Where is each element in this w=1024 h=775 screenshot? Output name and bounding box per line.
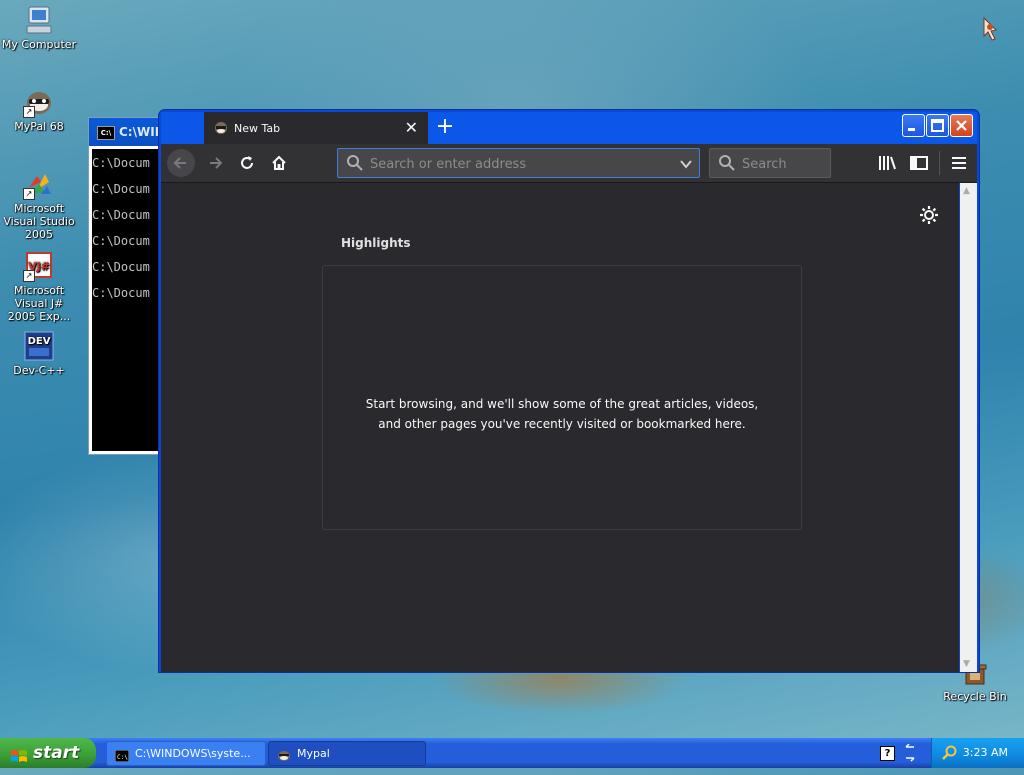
home-button[interactable]: [265, 149, 293, 177]
tab-strip: New Tab ✕ +: [161, 112, 977, 144]
hamburger-menu-icon[interactable]: [949, 153, 969, 173]
desktop-icon-label: Dev-C++: [13, 364, 65, 377]
desktop-icon-label: Microsoft Visual J# 2005 Exp...: [7, 284, 71, 323]
svg-text:C:\: C:\: [117, 754, 128, 761]
search-bar[interactable]: [709, 148, 831, 178]
start-button[interactable]: start: [0, 738, 96, 768]
network-icon[interactable]: [903, 743, 917, 762]
desktop-icon-label: MyPal 68: [14, 120, 64, 133]
my-computer-icon: [23, 4, 55, 36]
desktop-icon-mypal[interactable]: ↗ MyPal 68: [0, 86, 78, 133]
console-icon: C:\: [114, 747, 130, 763]
taskbar: start C:\ C:\WINDOWS\syste... Mypal ? 3:…: [0, 738, 1024, 768]
new-tab-plus-icon[interactable]: +: [433, 114, 457, 140]
mypal-icon: ↗: [23, 86, 55, 118]
tab-new-tab[interactable]: New Tab ✕: [204, 112, 428, 144]
svg-text:DEV: DEV: [28, 336, 51, 347]
tab-title: New Tab: [234, 122, 281, 135]
visual-j-icon: VJ# ↗: [23, 250, 55, 282]
browser-window: New Tab ✕ + Search or enter address Sear…: [158, 109, 980, 673]
taskbar-item-mypal[interactable]: Mypal: [268, 741, 426, 766]
taskbar-item-console[interactable]: C:\ C:\WINDOWS\syste...: [106, 741, 266, 766]
back-button[interactable]: [167, 149, 195, 177]
desktop-icon-label: Microsoft Visual Studio 2005: [3, 202, 75, 241]
url-bar[interactable]: [337, 148, 700, 178]
windows-flag-icon: [10, 745, 28, 762]
desktop-icon-dev-cpp[interactable]: DEV Dev-C++: [0, 330, 78, 377]
minimize-button[interactable]: [902, 114, 925, 137]
scroll-down-arrow-icon[interactable]: ▼: [963, 659, 970, 669]
console-icon: C:\: [97, 126, 115, 140]
close-button[interactable]: [950, 114, 973, 137]
url-input[interactable]: [368, 153, 662, 175]
desktop-icon-label: My Computer: [1, 38, 77, 51]
desktop-icon-visual-j[interactable]: VJ# ↗ Microsoft Visual J# 2005 Exp...: [0, 250, 78, 323]
mypal-icon: [277, 747, 291, 761]
desktop-icon-visual-studio[interactable]: ↗ Microsoft Visual Studio 2005: [0, 168, 78, 241]
start-label: start: [33, 743, 80, 763]
search-icon: [718, 154, 736, 172]
taskbar-item-label: Mypal: [297, 747, 330, 760]
library-icon[interactable]: [877, 153, 897, 173]
help-icon[interactable]: ?: [880, 746, 895, 761]
highlights-empty-message: Start browsing, and we'll show some of t…: [365, 397, 759, 431]
highlights-title: Highlights: [341, 236, 411, 250]
mypal-favicon-icon: [214, 121, 228, 135]
forward-button[interactable]: [201, 149, 229, 177]
shortcut-arrow-icon: ↗: [23, 188, 35, 200]
reload-button[interactable]: [233, 149, 261, 177]
search-icon: [346, 154, 364, 172]
maximize-button[interactable]: [926, 114, 949, 137]
new-tab-page: Highlights Start browsing, and we'll sho…: [161, 183, 959, 672]
visual-studio-icon: ↗: [23, 168, 55, 200]
nav-toolbar: [161, 144, 977, 183]
scroll-up-arrow-icon[interactable]: ▲: [963, 186, 970, 196]
toolbar-divider: [939, 151, 940, 175]
pointer-icon: [980, 16, 1000, 42]
sidebar-toggle-icon[interactable]: [909, 153, 929, 173]
taskbar-item-label: C:\WINDOWS\syste...: [135, 747, 251, 760]
desktop-icon-label: Recycle Bin: [943, 690, 1007, 703]
desktop-icon-my-computer[interactable]: My Computer: [0, 4, 78, 51]
chevron-down-icon[interactable]: [679, 156, 693, 170]
gear-icon[interactable]: [919, 205, 939, 225]
shortcut-arrow-icon: ↗: [23, 106, 35, 118]
clock: 3:23 AM: [962, 746, 1008, 759]
tab-close-icon[interactable]: ✕: [405, 118, 418, 137]
highlights-placeholder-box: Start browsing, and we'll show some of t…: [322, 265, 802, 530]
vertical-scrollbar[interactable]: ▲ ▼: [960, 183, 977, 672]
search-tray-icon[interactable]: [942, 745, 958, 761]
shortcut-arrow-icon: ↗: [23, 270, 35, 282]
system-tray: 3:23 AM: [931, 738, 1024, 768]
search-input[interactable]: [740, 153, 828, 175]
dev-cpp-icon: DEV: [23, 330, 55, 362]
